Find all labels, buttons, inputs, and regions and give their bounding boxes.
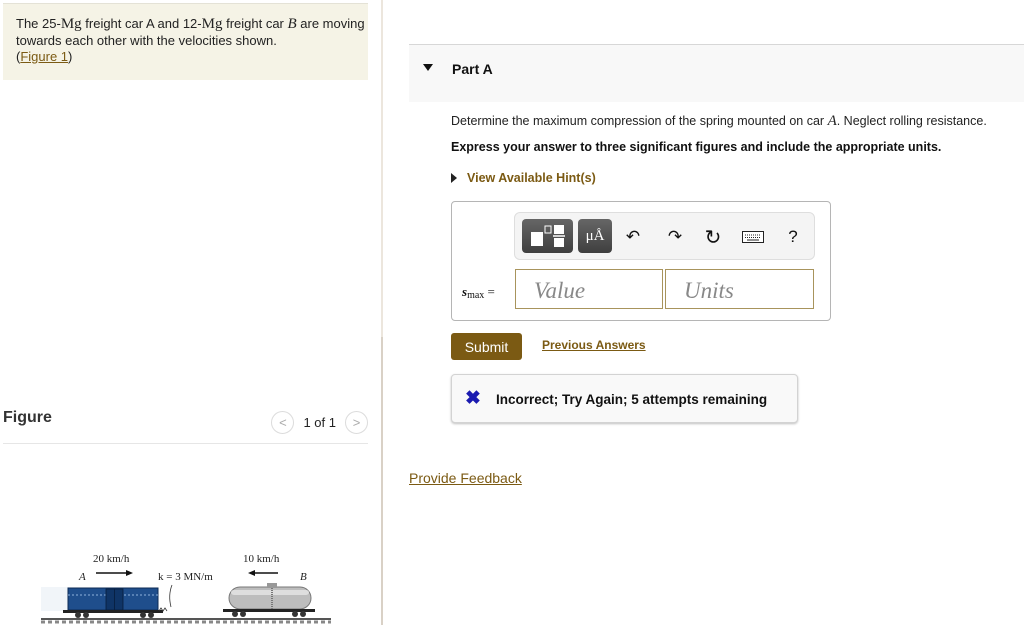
- car-b-label: B: [300, 571, 307, 583]
- intro-text: freight car: [222, 16, 288, 31]
- rail-track: [41, 618, 331, 624]
- figure-header: Figure < 1 of 1 >: [3, 405, 368, 444]
- next-glyph: >: [352, 415, 361, 430]
- caret-right-icon: [451, 173, 457, 183]
- question-post: . Neglect rolling resistance.: [836, 114, 987, 128]
- units-glyph: μÅ: [585, 227, 605, 244]
- left-panel: The 25-Mg freight car A and 12-Mg freigh…: [0, 0, 380, 625]
- mass-unit: Mg: [201, 16, 223, 32]
- car-b-variable: B: [287, 16, 297, 32]
- car-a-label: A: [78, 571, 86, 583]
- help-icon[interactable]: ?: [781, 225, 805, 249]
- answer-box: μÅ ↶ ↷ ↻ ? smax =: [451, 201, 831, 321]
- incorrect-feedback: ✖ Incorrect; Try Again; 5 attempts remai…: [451, 374, 798, 423]
- problem-intro: The 25-Mg freight car A and 12-Mg freigh…: [3, 3, 368, 80]
- answer-subscript: max: [467, 290, 485, 301]
- scrollbar-thumb[interactable]: [381, 337, 383, 625]
- velocity-a-label: 20 km/h: [93, 553, 130, 565]
- reset-glyph: ↻: [704, 226, 722, 249]
- part-a-header[interactable]: Part A: [409, 44, 1024, 102]
- keyboard-icon[interactable]: [741, 225, 765, 249]
- units-input[interactable]: [665, 269, 814, 309]
- redo-glyph: ↷: [667, 227, 683, 246]
- panel-divider-scrollbar[interactable]: [381, 0, 383, 625]
- answer-instruction: Express your answer to three significant…: [451, 140, 942, 154]
- view-hints-toggle[interactable]: View Available Hint(s): [451, 171, 596, 185]
- paren: ): [68, 49, 73, 64]
- prev-glyph: <: [279, 415, 287, 430]
- freight-car-figure: 20 km/h 10 km/h A B k = 3 MN/m: [33, 545, 353, 625]
- freight-car-diagram: 20 km/h 10 km/h A B k = 3 MN/m: [41, 553, 331, 624]
- undo-icon[interactable]: ↶: [621, 225, 645, 249]
- value-input[interactable]: [515, 269, 663, 309]
- provide-feedback-link[interactable]: Provide Feedback: [409, 470, 522, 486]
- chevron-left-icon[interactable]: <: [271, 411, 295, 434]
- figure-pager: < 1 of 1 >: [271, 411, 368, 434]
- car-a-icon: [41, 587, 168, 618]
- car-b-icon: [223, 583, 315, 617]
- arrow-right-icon: [96, 570, 133, 576]
- answer-label: smax =: [462, 284, 495, 301]
- pager-text: 1 of 1: [303, 415, 336, 430]
- undo-glyph: ↶: [625, 227, 641, 246]
- figure-1-link[interactable]: Figure 1: [20, 49, 68, 64]
- caret-down-icon[interactable]: [423, 64, 433, 71]
- velocity-b-label: 10 km/h: [243, 553, 280, 565]
- incorrect-x-icon: ✖: [465, 388, 481, 409]
- feedback-text: Incorrect; Try Again; 5 attempts remaini…: [496, 392, 768, 407]
- templates-glyph: [530, 225, 565, 247]
- previous-answers-link[interactable]: Previous Answers: [542, 338, 646, 352]
- chevron-right-icon[interactable]: >: [345, 411, 368, 434]
- redo-icon[interactable]: ↷: [663, 225, 687, 249]
- hints-label: View Available Hint(s): [467, 171, 596, 185]
- question-variable: A: [827, 113, 837, 129]
- submit-button[interactable]: Submit: [451, 333, 522, 360]
- templates-icon[interactable]: [522, 219, 573, 253]
- intro-text: The 25-: [16, 16, 61, 31]
- arrow-left-icon: [248, 570, 278, 576]
- figure-title: Figure: [3, 409, 52, 426]
- help-glyph: ?: [788, 227, 798, 246]
- spring-leader-line: [169, 584, 173, 608]
- question-text: Determine the maximum compression of the…: [451, 113, 987, 130]
- question-pre: Determine the maximum compression of the…: [451, 114, 828, 128]
- reset-icon[interactable]: ↻: [701, 225, 725, 249]
- equals-sign: =: [484, 284, 495, 299]
- intro-text: freight car A and 12-: [81, 16, 202, 31]
- keyboard-glyph: [742, 231, 764, 243]
- part-a-title: Part A: [452, 61, 493, 77]
- spring-constant-label: k = 3 MN/m: [158, 571, 213, 583]
- mass-unit: Mg: [60, 16, 82, 32]
- units-icon[interactable]: μÅ: [578, 219, 612, 253]
- math-toolbar: μÅ ↶ ↷ ↻ ?: [514, 212, 815, 260]
